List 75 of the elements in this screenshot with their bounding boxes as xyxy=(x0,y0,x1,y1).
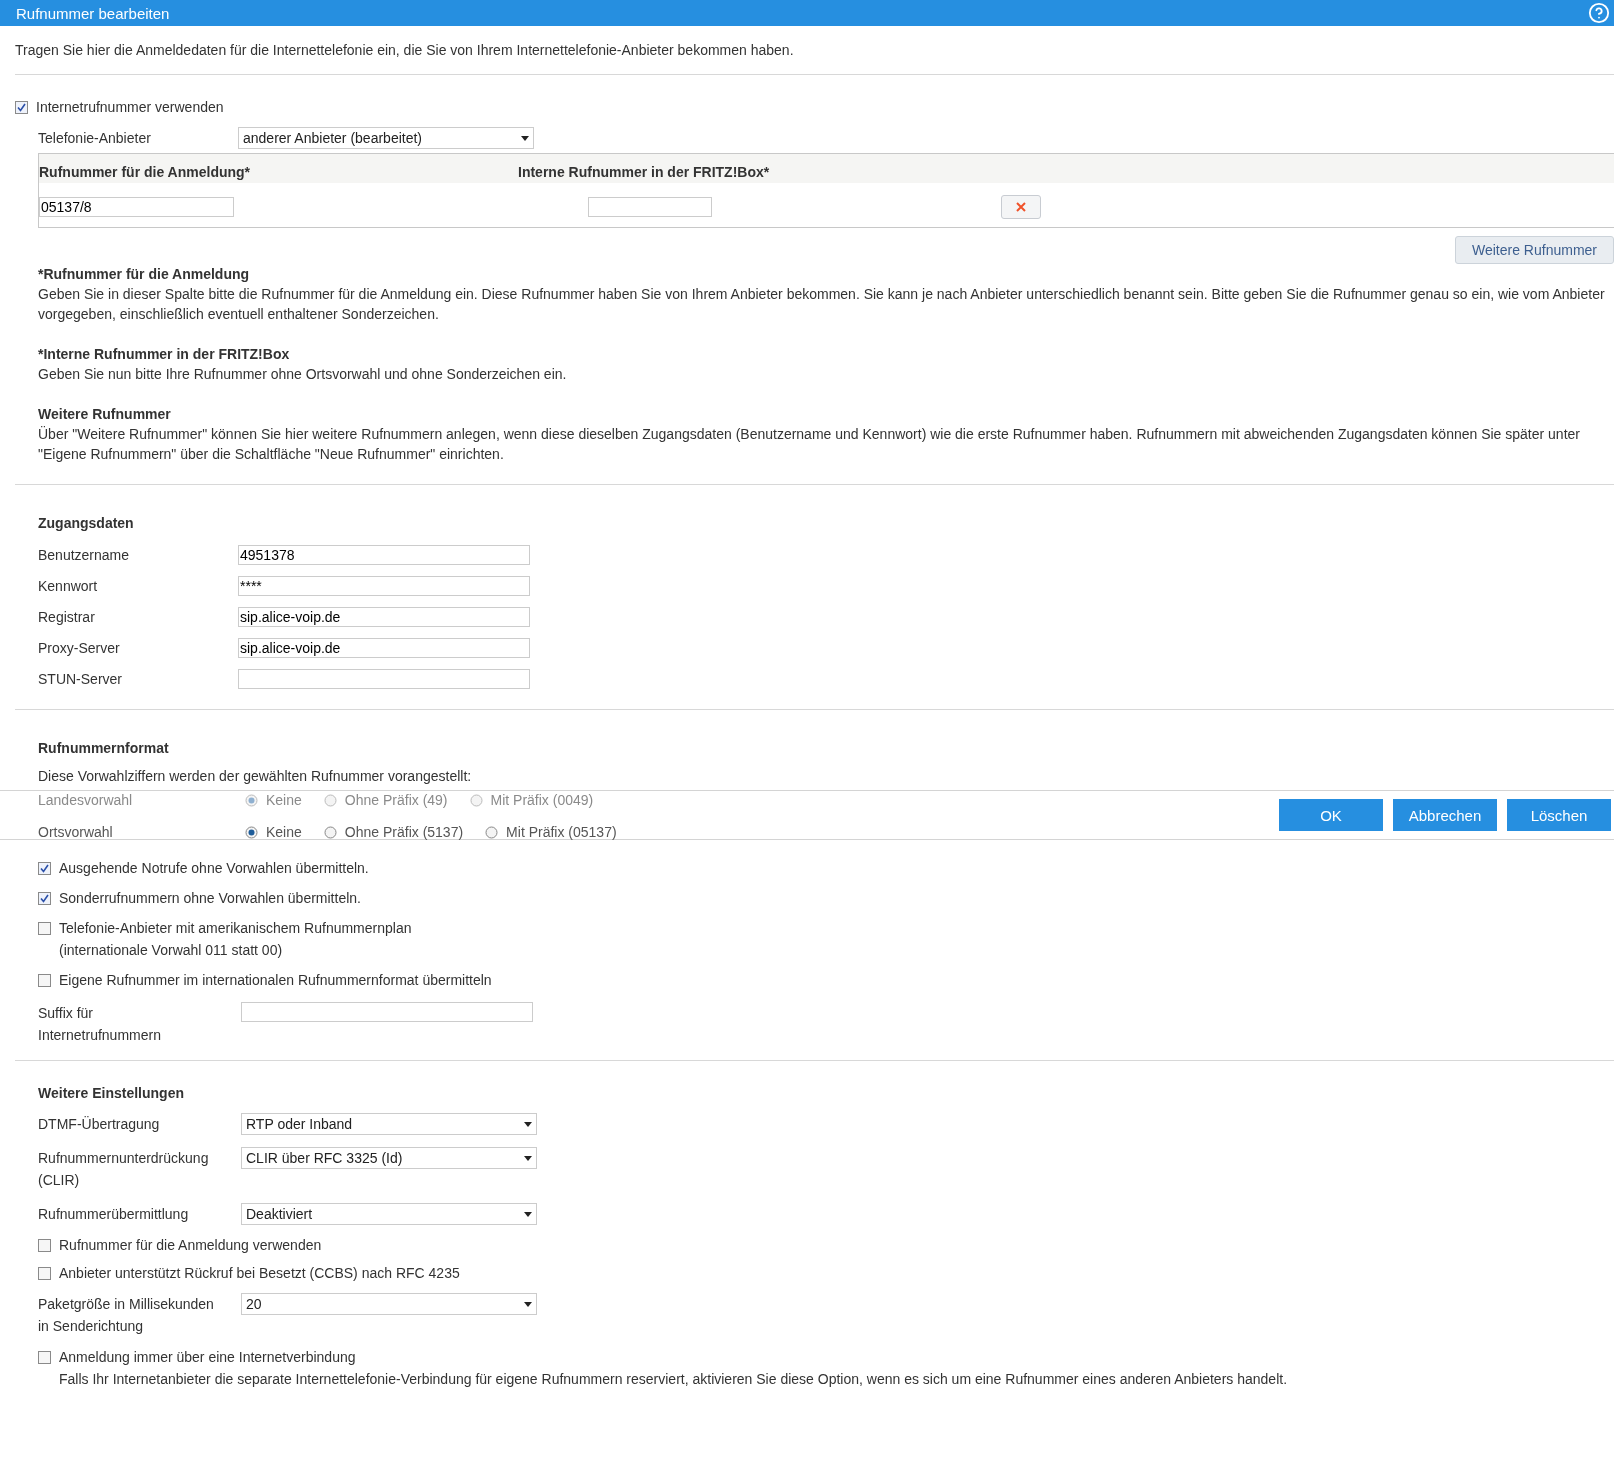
checkbox[interactable] xyxy=(38,1266,51,1280)
field-label: Landesvorwahl xyxy=(38,792,134,808)
radio-label: Ohne Präfix (49) xyxy=(344,792,448,808)
input-field[interactable]: sip.alice-voip.de xyxy=(238,607,530,627)
field-label: Rufnummerübermittlung xyxy=(38,1205,190,1224)
section-title: Rufnummernformat xyxy=(38,740,170,756)
add-number-button[interactable]: Weitere Rufnummer xyxy=(1455,236,1614,264)
checkbox[interactable] xyxy=(38,861,51,875)
input-field[interactable] xyxy=(238,669,530,689)
close-icon xyxy=(1016,202,1026,212)
dropdown[interactable]: Deaktiviert xyxy=(241,1203,537,1225)
checkbox-label: Anbieter unterstützt Rückruf bei Besetzt (CCBS) nach RFC 4235 xyxy=(59,1265,460,1281)
checkbox[interactable] xyxy=(38,1238,51,1252)
dropdown[interactable]: 20 xyxy=(241,1293,537,1315)
help-title: Weitere Rufnummer xyxy=(38,405,172,424)
checkbox-label: Eigene Rufnummer im internationalen Rufnummernformat übermitteln xyxy=(59,972,492,988)
field-label: Proxy-Server xyxy=(38,640,121,656)
checkbox-label: Ausgehende Notrufe ohne Vorwahlen übermitteln. xyxy=(59,860,369,876)
checkbox-label: Sonderrufnummern ohne Vorwahlen übermitteln. xyxy=(59,890,361,906)
dropdown[interactable]: CLIR über RFC 3325 (Id) xyxy=(241,1147,537,1169)
help-text: Geben Sie nun bitte Ihre Rufnummer ohne Ortsvorwahl und ohne Sonderzeichen ein. xyxy=(38,365,568,384)
dropdown[interactable]: RTP oder Inband xyxy=(241,1113,537,1135)
intro-text: Tragen Sie hier die Anmeldedaten für die Internettelefonie ein, die Sie von Ihrem Internettelefonie-Anbieter bekommen haben. xyxy=(15,41,795,60)
checkbox-label: Anmeldung immer über eine Internetverbindung xyxy=(59,1349,356,1365)
radio-button[interactable] xyxy=(485,825,499,839)
option-note: (internationale Vorwahl 011 statt 00) xyxy=(58,942,284,958)
dialog-title: Rufnummer bearbeiten xyxy=(16,4,170,22)
field-label: Telefonie-Anbieter xyxy=(38,130,152,146)
caret-icon xyxy=(524,1211,532,1217)
input-field[interactable]: 05137/8 xyxy=(39,197,234,217)
field-label: Ortsvorwahl xyxy=(38,824,114,840)
input-field[interactable]: sip.alice-voip.de xyxy=(238,638,530,658)
field-label: Paketgröße in Millisekunden in Senderichtung xyxy=(38,1295,215,1336)
column-header: Rufnummer für die Anmeldung* xyxy=(39,164,252,180)
input-field[interactable]: 4951378 xyxy=(238,545,530,565)
radio-button[interactable] xyxy=(323,825,337,839)
option-note: Falls Ihr Internetanbieter die separate Internettelefonie-Verbindung für eigene Rufnummern reserviert, aktivieren Sie diese Option, wenn es sich um eine Rufnummer eines anderen Anbieters handelt. xyxy=(58,1371,1289,1387)
caret-icon xyxy=(524,1155,532,1161)
radio-label: Keine xyxy=(266,824,302,840)
checkbox[interactable] xyxy=(15,100,28,114)
section-text: Diese Vorwahlziffern werden der gewählten Rufnummer vorangestellt: xyxy=(38,768,473,784)
help-text: Über "Weitere Rufnummer" können Sie hier weitere Rufnummern anlegen, wenn diese dieselben Zugangsdaten (Benutzername und Kennwort) wie die erste Rufnummer haben. Rufnummern mit abweichenden Zugangsdaten können Sie später unter "Eigene Rufnummern" über die Schaltfläche "Neue Rufnummer" einrichten. xyxy=(38,425,1581,464)
input-field[interactable]: **** xyxy=(238,576,530,596)
field-label: DTMF-Übertragung xyxy=(38,1115,161,1134)
caret-icon xyxy=(524,1301,532,1307)
radio-label: Ohne Präfix (5137) xyxy=(344,824,464,840)
radio-label: Mit Präfix (05137) xyxy=(506,824,617,840)
field-label: Benutzername xyxy=(38,547,131,563)
help-title: *Interne Rufnummer in der FRITZ!Box xyxy=(38,345,291,364)
checkbox[interactable] xyxy=(38,891,51,905)
delete-button[interactable] xyxy=(1001,195,1041,219)
help-icon[interactable] xyxy=(1588,2,1610,24)
section-title: Zugangsdaten xyxy=(38,515,135,531)
section-title: Weitere Einstellungen xyxy=(38,1085,185,1101)
checkbox[interactable] xyxy=(38,1350,51,1364)
column-header: Interne Rufnummer in der FRITZ!Box* xyxy=(518,164,771,180)
dropdown[interactable]: anderer Anbieter (bearbeitet) xyxy=(238,127,534,149)
caret-icon xyxy=(524,1121,532,1127)
field-label: Registrar xyxy=(38,609,96,625)
caret-icon xyxy=(521,135,529,141)
radio-label: Keine xyxy=(266,792,302,808)
help-title: *Rufnummer für die Anmeldung xyxy=(38,265,251,284)
input-field[interactable] xyxy=(588,197,712,217)
field-label: STUN-Server xyxy=(38,671,123,687)
field-label: Kennwort xyxy=(38,578,99,594)
checkbox[interactable] xyxy=(38,973,51,987)
checkbox-label: Telefonie-Anbieter mit amerikanischem Rufnummernplan xyxy=(59,920,412,936)
field-label: Suffix für Internetrufnummern xyxy=(38,1004,162,1045)
field-label: Rufnummernunterdrückung (CLIR) xyxy=(38,1149,210,1190)
input-field[interactable] xyxy=(241,1002,533,1022)
checkbox-label: Rufnummer für die Anmeldung verwenden xyxy=(59,1237,322,1253)
radio-label: Mit Präfix (0049) xyxy=(490,792,594,808)
checkbox-label: Internetrufnummer verwenden xyxy=(36,99,224,115)
checkbox[interactable] xyxy=(38,921,51,935)
help-text: Geben Sie in dieser Spalte bitte die Rufnummer für die Anmeldung ein. Diese Rufnummer haben Sie von Ihrem Anbieter bekommen. Sie kann je nach Anbieter unterschiedlich benannt sein. Bitte geben Sie die Rufnummer genau so ein, wie vom Anbieter vorgegeben, einschließlich eventuell enthaltener Sonderzeichen. xyxy=(38,285,1606,324)
